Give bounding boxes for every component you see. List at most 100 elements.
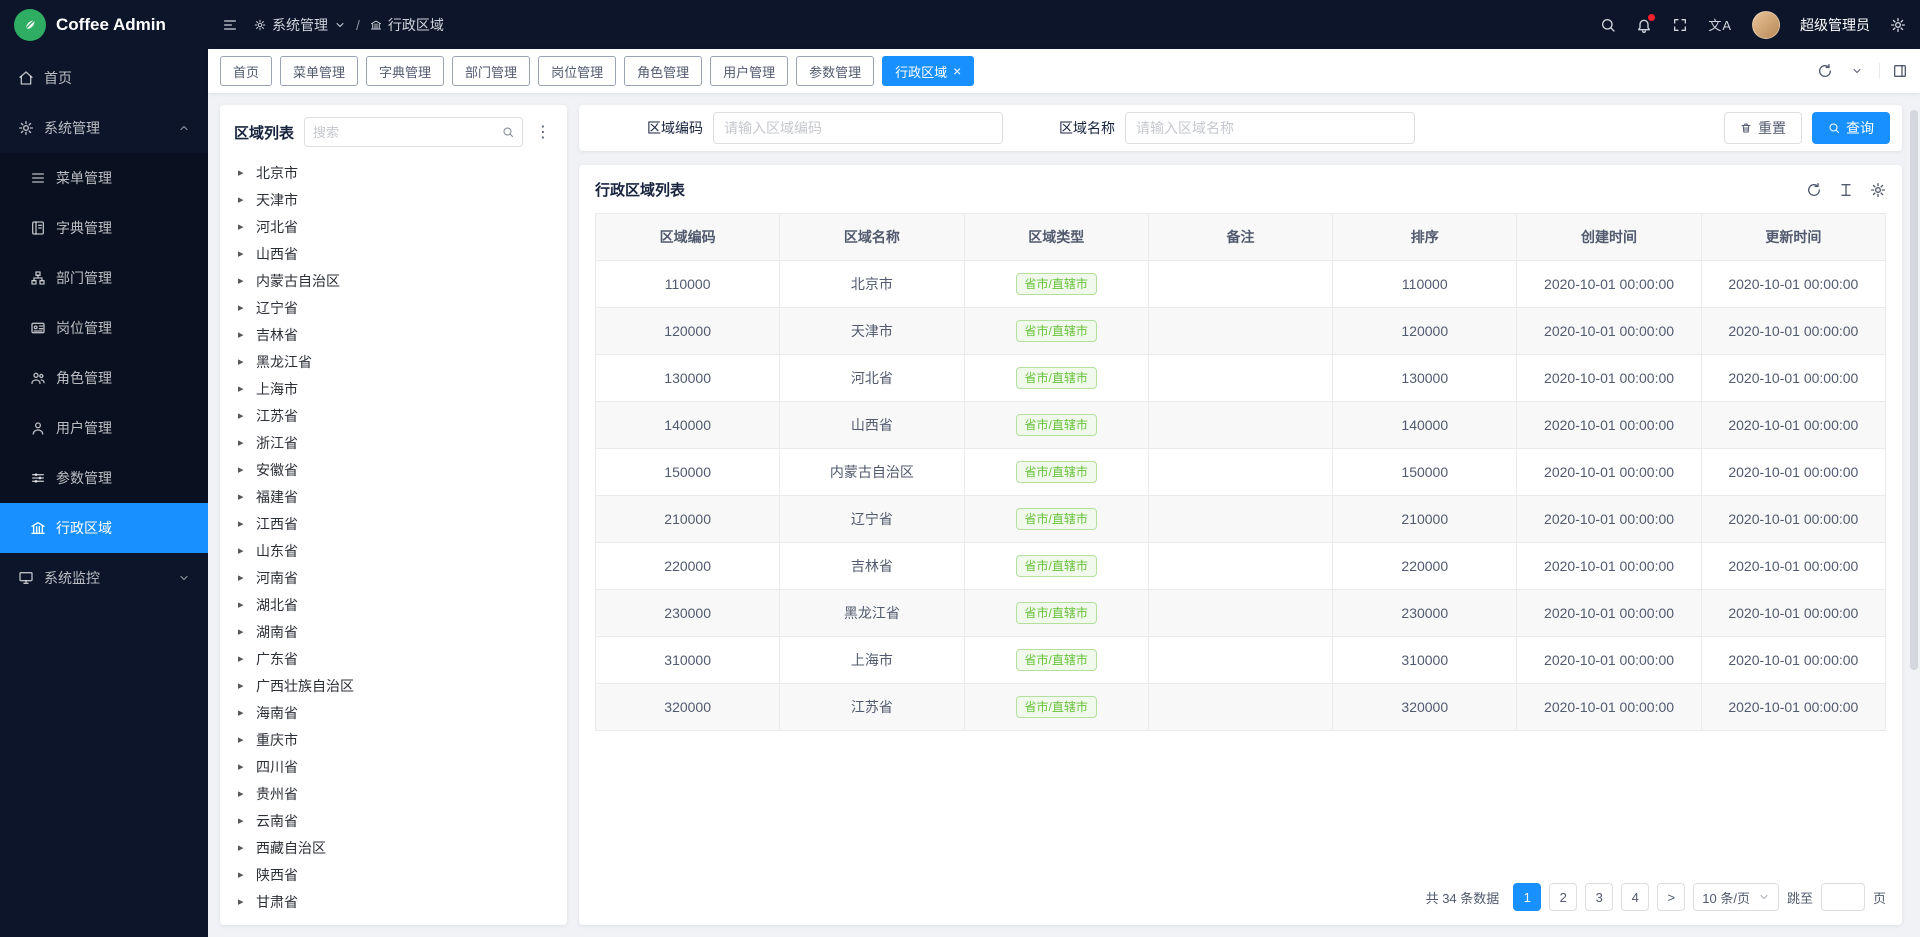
table-row[interactable]: 310000 上海市 省市/直辖市 310000 2020-10-01 00:0… [596, 637, 1886, 684]
table-row[interactable]: 120000 天津市 省市/直辖市 120000 2020-10-01 00:0… [596, 308, 1886, 355]
tree-node[interactable]: ▸ 湖北省 [234, 591, 553, 618]
tree-expand-caret-icon[interactable]: ▸ [238, 814, 248, 827]
tree-expand-caret-icon[interactable]: ▸ [238, 841, 248, 854]
more-options-icon[interactable]: ⋮ [533, 122, 553, 142]
refresh-tabs-icon[interactable] [1817, 63, 1833, 79]
user-name[interactable]: 超级管理员 [1800, 15, 1870, 35]
pagination-next-button[interactable]: > [1657, 883, 1685, 911]
sidebar-item-home[interactable]: 首页 [0, 53, 208, 103]
tab-actions-chevron-icon[interactable] [1851, 65, 1863, 77]
table-row[interactable]: 140000 山西省 省市/直辖市 140000 2020-10-01 00:0… [596, 402, 1886, 449]
sidebar-item-region-management[interactable]: 行政区域 [0, 503, 208, 553]
search-icon[interactable] [502, 126, 514, 138]
pagination-page-button[interactable]: 2 [1549, 883, 1577, 911]
pagination-page-button[interactable]: 1 [1513, 883, 1541, 911]
sidebar-collapse-icon[interactable] [222, 17, 238, 33]
sidebar-item-system[interactable]: 系统管理 [0, 103, 208, 153]
sidebar-item-dictionary-management[interactable]: 字典管理 [0, 203, 208, 253]
table-row[interactable]: 130000 河北省 省市/直辖市 130000 2020-10-01 00:0… [596, 355, 1886, 402]
tree-expand-caret-icon[interactable]: ▸ [238, 652, 248, 665]
tree-node[interactable]: ▸ 北京市 [234, 159, 553, 186]
pagination-page-button[interactable]: 3 [1585, 883, 1613, 911]
sidebar-item-user-management[interactable]: 用户管理 [0, 403, 208, 453]
tab[interactable]: 用户管理 [710, 56, 788, 86]
tree-expand-caret-icon[interactable]: ▸ [238, 706, 248, 719]
sidebar-item-role-management[interactable]: 角色管理 [0, 353, 208, 403]
layout-panel-icon[interactable] [1879, 63, 1908, 79]
search-icon[interactable] [1600, 17, 1616, 33]
tree-node[interactable]: ▸ 广西壮族自治区 [234, 672, 553, 699]
tree-expand-caret-icon[interactable]: ▸ [238, 544, 248, 557]
row-height-icon[interactable] [1838, 182, 1854, 198]
tree-expand-caret-icon[interactable]: ▸ [238, 598, 248, 611]
tree-node[interactable]: ▸ 西藏自治区 [234, 834, 553, 861]
fullscreen-icon[interactable] [1672, 17, 1688, 33]
app-logo[interactable]: Coffee Admin [0, 0, 208, 49]
tree-node[interactable]: ▸ 吉林省 [234, 321, 553, 348]
tree-node[interactable]: ▸ 辽宁省 [234, 294, 553, 321]
tree-expand-caret-icon[interactable]: ▸ [238, 787, 248, 800]
tree-expand-caret-icon[interactable]: ▸ [238, 571, 248, 584]
tree-expand-caret-icon[interactable]: ▸ [238, 463, 248, 476]
tab[interactable]: 参数管理 [796, 56, 874, 86]
tree-node[interactable]: ▸ 浙江省 [234, 429, 553, 456]
translate-icon[interactable]: 文A [1708, 15, 1732, 34]
tree-node[interactable]: ▸ 云南省 [234, 807, 553, 834]
tree-node[interactable]: ▸ 河南省 [234, 564, 553, 591]
tab-close-icon[interactable]: × [953, 64, 961, 78]
reset-button[interactable]: 重置 [1724, 112, 1802, 144]
tree-node[interactable]: ▸ 贵州省 [234, 780, 553, 807]
breadcrumb-item-system[interactable]: 系统管理 [254, 15, 346, 35]
tree-expand-caret-icon[interactable]: ▸ [238, 733, 248, 746]
tree-expand-caret-icon[interactable]: ▸ [238, 328, 248, 341]
page-size-select[interactable]: 10 条/页 [1693, 883, 1779, 911]
tree-node[interactable]: ▸ 江苏省 [234, 402, 553, 429]
tree-node[interactable]: ▸ 福建省 [234, 483, 553, 510]
tree-expand-caret-icon[interactable]: ▸ [238, 274, 248, 287]
sidebar-item-monitor[interactable]: 系统监控 [0, 553, 208, 603]
tab[interactable]: 岗位管理 [538, 56, 616, 86]
tree-expand-caret-icon[interactable]: ▸ [238, 895, 248, 908]
settings-gear-icon[interactable] [1890, 17, 1906, 33]
tree-expand-caret-icon[interactable]: ▸ [238, 301, 248, 314]
tree-node[interactable]: ▸ 内蒙古自治区 [234, 267, 553, 294]
tree-node[interactable]: ▸ 河北省 [234, 213, 553, 240]
tree-expand-caret-icon[interactable]: ▸ [238, 193, 248, 206]
tree-node[interactable]: ▸ 四川省 [234, 753, 553, 780]
tree-expand-caret-icon[interactable]: ▸ [238, 868, 248, 881]
jump-page-input[interactable] [1821, 883, 1865, 911]
sidebar-item-menu-management[interactable]: 菜单管理 [0, 153, 208, 203]
tree-expand-caret-icon[interactable]: ▸ [238, 247, 248, 260]
tab[interactable]: 菜单管理 [280, 56, 358, 86]
tree-expand-caret-icon[interactable]: ▸ [238, 490, 248, 503]
region-code-input[interactable] [713, 112, 1003, 144]
tree-node[interactable]: ▸ 江西省 [234, 510, 553, 537]
tree-search-input[interactable] [313, 125, 496, 140]
tree-expand-caret-icon[interactable]: ▸ [238, 382, 248, 395]
sidebar-item-department-management[interactable]: 部门管理 [0, 253, 208, 303]
notifications-bell-icon[interactable] [1636, 17, 1652, 33]
pagination-page-button[interactable]: 4 [1621, 883, 1649, 911]
tree-node[interactable]: ▸ 山东省 [234, 537, 553, 564]
tree-node[interactable]: ▸ 湖南省 [234, 618, 553, 645]
tree-expand-caret-icon[interactable]: ▸ [238, 166, 248, 179]
tab[interactable]: 行政区域 × [882, 56, 974, 86]
tree-node[interactable]: ▸ 安徽省 [234, 456, 553, 483]
table-row[interactable]: 210000 辽宁省 省市/直辖市 210000 2020-10-01 00:0… [596, 496, 1886, 543]
tree-expand-caret-icon[interactable]: ▸ [238, 409, 248, 422]
tree-expand-caret-icon[interactable]: ▸ [238, 436, 248, 449]
table-row[interactable]: 110000 北京市 省市/直辖市 110000 2020-10-01 00:0… [596, 261, 1886, 308]
tree-expand-caret-icon[interactable]: ▸ [238, 220, 248, 233]
table-row[interactable]: 320000 江苏省 省市/直辖市 320000 2020-10-01 00:0… [596, 684, 1886, 731]
tree-node[interactable]: ▸ 上海市 [234, 375, 553, 402]
user-avatar[interactable] [1752, 11, 1780, 39]
column-settings-gear-icon[interactable] [1870, 182, 1886, 198]
table-row[interactable]: 230000 黑龙江省 省市/直辖市 230000 2020-10-01 00:… [596, 590, 1886, 637]
tree-node[interactable]: ▸ 陕西省 [234, 861, 553, 888]
tree-node[interactable]: ▸ 山西省 [234, 240, 553, 267]
tree-node[interactable]: ▸ 重庆市 [234, 726, 553, 753]
sidebar-item-post-management[interactable]: 岗位管理 [0, 303, 208, 353]
tab[interactable]: 字典管理 [366, 56, 444, 86]
window-scrollbar[interactable] [1910, 110, 1918, 670]
tree-node[interactable]: ▸ 天津市 [234, 186, 553, 213]
